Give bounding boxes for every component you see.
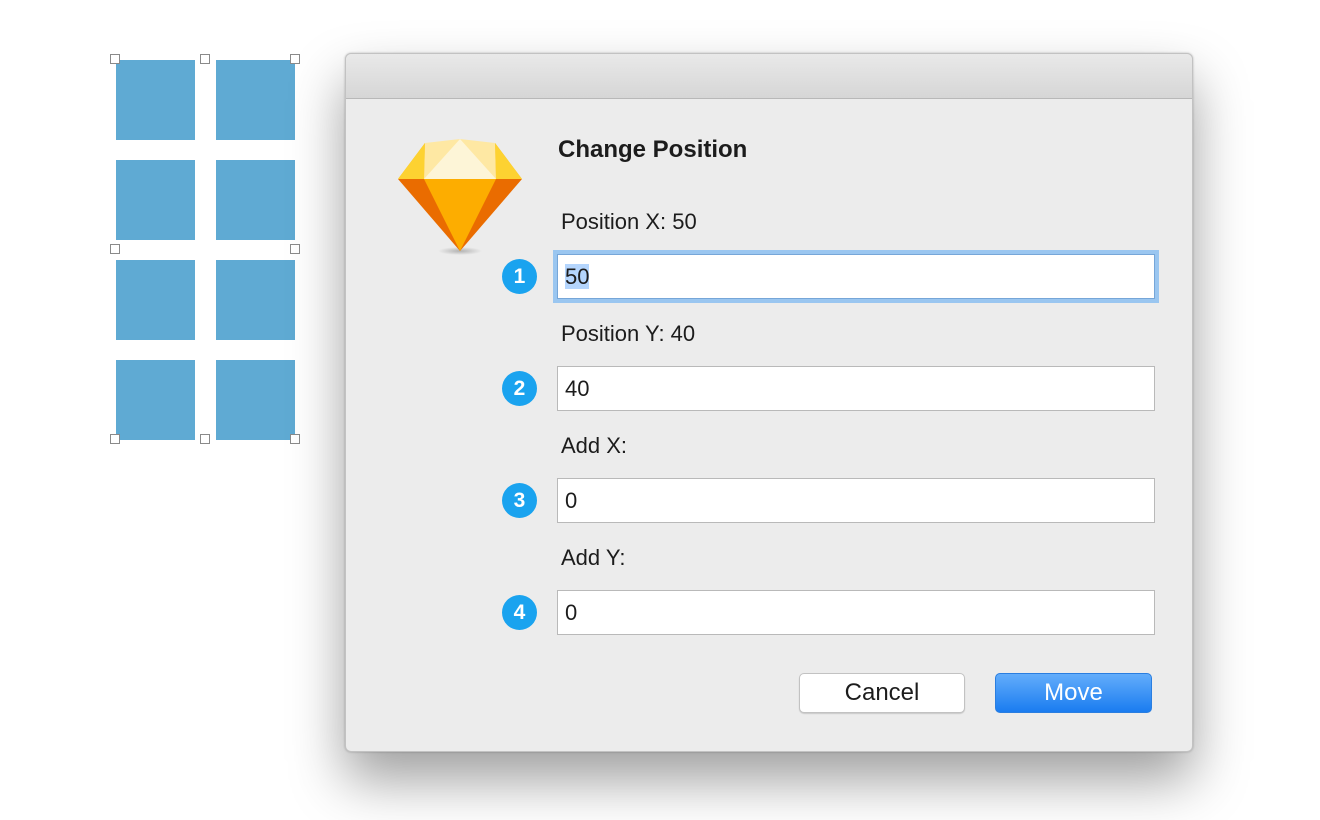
resize-handle-top-right[interactable] bbox=[290, 54, 300, 64]
resize-handle-bottom-left[interactable] bbox=[110, 434, 120, 444]
step-badge-1: 1 bbox=[502, 259, 537, 294]
add-x-input[interactable]: 0 bbox=[557, 478, 1155, 523]
selected-layer-grid[interactable] bbox=[116, 60, 296, 440]
dialog-title: Change Position bbox=[558, 136, 748, 163]
add-x-label: Add X: bbox=[561, 433, 628, 458]
position-y-label: Position Y: 40 bbox=[561, 321, 696, 346]
grid-tile bbox=[216, 160, 295, 240]
step-badge-2: 2 bbox=[502, 371, 537, 406]
sketch-diamond-icon bbox=[398, 139, 522, 255]
add-y-label: Add Y: bbox=[561, 545, 626, 570]
cancel-button[interactable]: Cancel bbox=[799, 673, 965, 713]
dialog-titlebar[interactable] bbox=[346, 54, 1192, 99]
resize-handle-top-left[interactable] bbox=[110, 54, 120, 64]
grid-tile bbox=[216, 60, 295, 140]
step-badge-4: 4 bbox=[502, 595, 537, 630]
grid-tile bbox=[116, 260, 195, 340]
grid-tile bbox=[216, 260, 295, 340]
grid-tile bbox=[216, 360, 295, 440]
resize-handle-bottom[interactable] bbox=[200, 434, 210, 444]
grid-tile bbox=[116, 160, 195, 240]
resize-handle-left[interactable] bbox=[110, 244, 120, 254]
step-badge-3: 3 bbox=[502, 483, 537, 518]
grid-tile bbox=[116, 60, 195, 140]
grid-tile bbox=[116, 360, 195, 440]
selected-text: 50 bbox=[565, 264, 590, 289]
move-button[interactable]: Move bbox=[995, 673, 1152, 713]
position-x-input[interactable]: 50 bbox=[557, 254, 1155, 299]
resize-handle-top[interactable] bbox=[200, 54, 210, 64]
position-y-input[interactable]: 40 bbox=[557, 366, 1155, 411]
add-y-input[interactable]: 0 bbox=[557, 590, 1155, 635]
position-x-label: Position X: 50 bbox=[561, 209, 697, 234]
resize-handle-bottom-right[interactable] bbox=[290, 434, 300, 444]
resize-handle-right[interactable] bbox=[290, 244, 300, 254]
change-position-dialog: Change Position Position X: 50 1 50 Posi… bbox=[345, 53, 1193, 752]
